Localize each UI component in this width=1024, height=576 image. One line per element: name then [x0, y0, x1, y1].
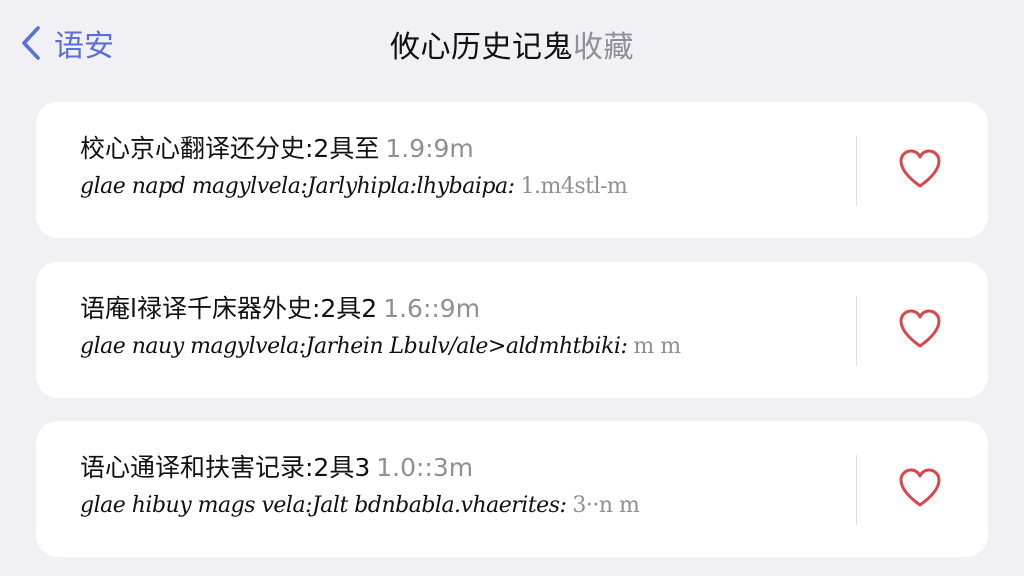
history-card[interactable]: 语庵l禄译千床器外史:2具2 1.6::9m glae nauy magylvel…	[36, 262, 988, 398]
entry-title: 语庵l禄译千床器外史:2具2	[80, 294, 378, 323]
entry-title-line: 语心通译和扶害记录:2具3 1.0::3m	[80, 451, 840, 485]
entry-subtitle-line: glae napd magylvela:Jarlyhipla:lhybaipa:…	[80, 170, 840, 204]
navigation-bar: 语安 攸心历史记鬼收藏	[0, 0, 1024, 86]
entry-time: 1.6::9m	[383, 294, 481, 323]
heart-outline-icon[interactable]	[898, 467, 942, 511]
divider	[856, 455, 857, 525]
entry-title-line: 语庵l禄译千床器外史:2具2 1.6::9m	[80, 292, 840, 326]
entry-title-line: 校心京心翻译还分史:2具至 1.9:9m	[80, 132, 840, 166]
page-title-muted: 收藏	[573, 30, 634, 65]
entry-time: 1.9:9m	[385, 134, 474, 163]
card-text: 语心通译和扶害记录:2具3 1.0::3m glae hibuy mags vel…	[80, 451, 840, 523]
page-title-main: 攸心历史记鬼	[390, 30, 573, 65]
entry-subtitle: glae napd magylvela:Jarlyhipla:lhybaipa:	[80, 174, 515, 199]
entry-subtitle-line: glae nauy magylvela:Jarhein Lbulv/ale>al…	[80, 330, 840, 364]
page-title: 攸心历史记鬼收藏	[0, 22, 1024, 66]
entry-subtitle: glae hibuy mags vela:Jalt bdnbabla.vhaer…	[80, 493, 567, 518]
card-text: 校心京心翻译还分史:2具至 1.9:9m glae napd magylvela:…	[80, 132, 840, 204]
history-card[interactable]: 校心京心翻译还分史:2具至 1.9:9m glae napd magylvela:…	[36, 102, 988, 238]
heart-outline-icon[interactable]	[898, 148, 942, 192]
divider	[856, 296, 857, 366]
divider	[856, 136, 857, 206]
entry-subtime: m m	[633, 334, 681, 359]
entry-time: 1.0::3m	[376, 453, 474, 482]
entry-subtitle-line: glae hibuy mags vela:Jalt bdnbabla.vhaer…	[80, 489, 840, 523]
entry-title: 校心京心翻译还分史:2具至	[80, 134, 380, 163]
entry-subtime: 3··n m	[572, 493, 640, 518]
card-text: 语庵l禄译千床器外史:2具2 1.6::9m glae nauy magylvel…	[80, 292, 840, 364]
history-card[interactable]: 语心通译和扶害记录:2具3 1.0::3m glae hibuy mags vel…	[36, 421, 988, 557]
entry-title: 语心通译和扶害记录:2具3	[80, 453, 371, 482]
entry-subtime: 1.m4stl-m	[520, 174, 628, 199]
heart-outline-icon[interactable]	[898, 308, 942, 352]
entry-subtitle: glae nauy magylvela:Jarhein Lbulv/ale>al…	[80, 334, 628, 359]
